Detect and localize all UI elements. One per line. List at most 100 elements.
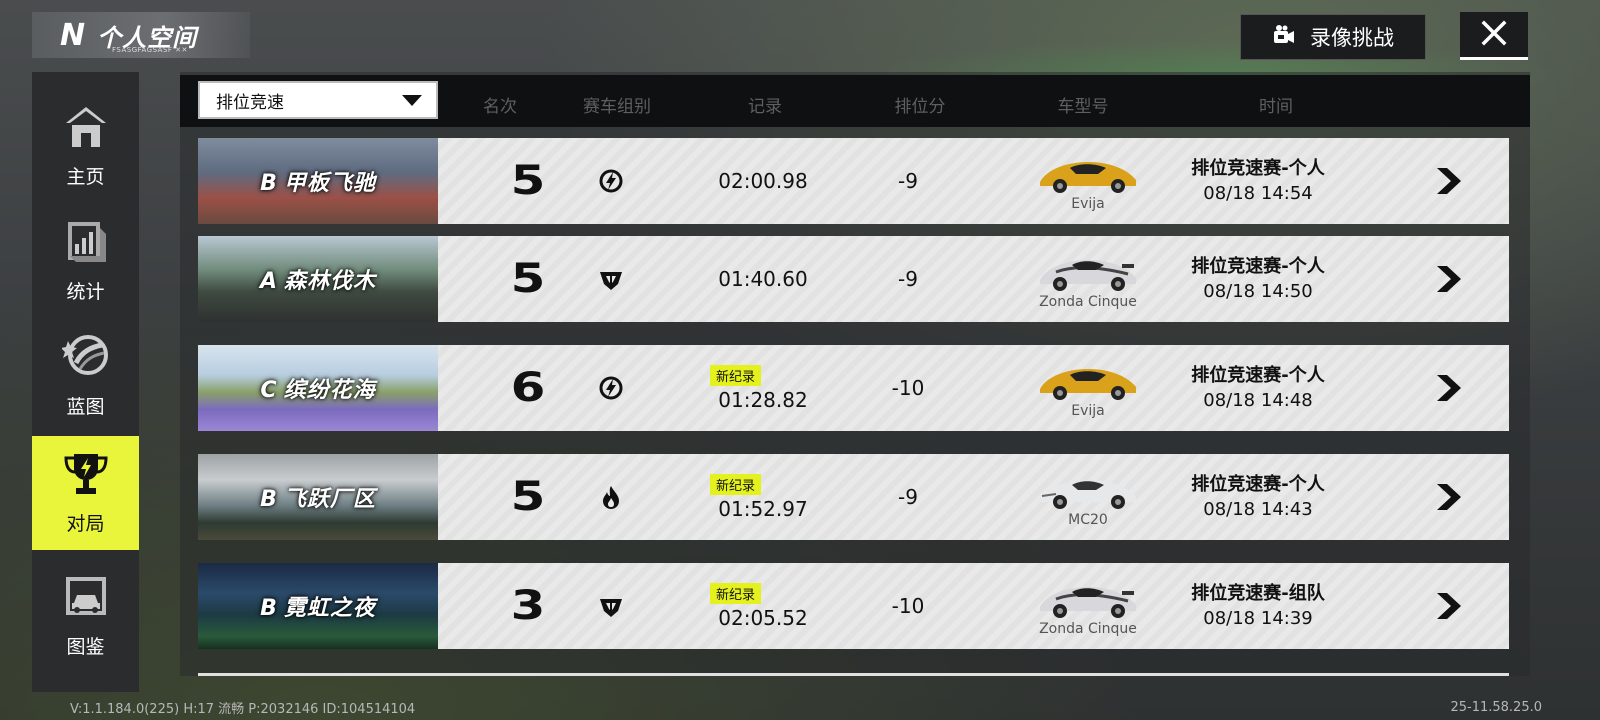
track-grade: B [260,171,278,196]
track-name: 甲板飞驰 [283,171,376,196]
sidebar-item-label: 图鉴 [66,636,105,658]
race-rank: 5 [510,474,546,520]
record-time-cell: 01:40.60 [698,236,828,322]
rank-score-change: -10 [891,376,925,400]
mode-filter-dropdown[interactable]: 排位竞速 [198,81,438,119]
sidebar-item-stats[interactable]: 统计 [32,207,139,315]
rank-score-change: -9 [898,485,918,509]
rank-score-change: -10 [891,594,925,618]
match-info: 排位竞速赛-个人 08/18 14:54 [1168,138,1348,224]
car-cell: Zonda Cinque [1013,236,1163,322]
match-info: 排位竞速赛-组队 08/18 14:39 [1168,563,1348,649]
chevron-right-icon[interactable] [1433,166,1463,196]
home-icon [62,103,110,156]
record-challenge-button[interactable]: 录像挑战 [1240,14,1426,60]
track-thumbnail: B 飞跃厂区 [198,454,438,540]
version-info: V:1.1.184.0(225) H:17 流畅 P:2032146 ID:10… [70,702,416,717]
record-time: 02:00.98 [718,169,808,193]
sidebar-item-label: 对局 [66,513,105,535]
chevron-right-icon[interactable] [1433,373,1463,403]
rank-score-change: -9 [898,267,918,291]
sidebar-item-collection[interactable]: 图鉴 [32,562,139,670]
close-button[interactable] [1460,12,1528,60]
chevron-down-icon [402,94,422,106]
record-challenge-label: 录像挑战 [1310,26,1394,50]
track-grade: A [259,269,278,294]
brand-subtitle: FSASGFAGSASF ✕✕ [112,46,188,54]
track-name: 缤纷花海 [283,378,376,403]
sidebar-item-home[interactable]: 主页 [32,92,139,200]
camera-icon [1272,23,1296,52]
app-brand: N 个人空间 FSASGFAGSASF ✕✕ [32,12,250,58]
car-model-name: Evija [1071,196,1105,212]
flame-icon [603,486,619,509]
new-record-badge: 新纪录 [710,582,762,604]
track-grade: B [260,596,278,621]
stats-icon [62,218,110,271]
chevron-right-icon[interactable] [1433,264,1463,294]
filter-selected-value: 排位竞速 [216,92,284,113]
table-row[interactable]: A 森林伐木 5 01:40.60 -9 Zonda Cinque 排位竞速赛-个… [198,236,1509,322]
table-row[interactable]: B 飞跃厂区 5 新纪录 01:52.97 -9 MC20 排位竞速赛-个人 08… [198,454,1509,540]
car-cell: Evija [1013,138,1163,224]
column-header-group: 赛车组别 [583,97,651,117]
column-header-record: 记录 [748,97,782,117]
car-model-name: Zonda Cinque [1039,294,1137,310]
match-mode: 排位竞速赛-个人 [1191,474,1325,495]
match-datetime: 08/18 14:39 [1203,608,1313,629]
build-info: 25-11.58.25.0 [1450,700,1542,715]
column-header-car-model: 车型号 [1057,97,1109,117]
blueprint-icon [60,333,110,386]
track-thumbnail: B 霓虹之夜 [198,563,438,649]
record-time: 01:52.97 [718,496,808,521]
sidebar-item-blueprint[interactable]: 蓝图 [32,322,139,430]
record-time: 01:40.60 [718,267,808,291]
car-image [1040,162,1136,193]
race-rank: 5 [510,158,546,204]
brand-logo: N [60,17,85,53]
garage-icon [62,573,110,626]
record-time-cell: 新纪录 02:05.52 [698,563,828,649]
record-time: 01:28.82 [718,387,808,412]
column-header-time: 时间 [1259,97,1293,117]
match-datetime: 08/18 14:43 [1203,499,1313,520]
match-mode: 排位竞速赛-个人 [1191,365,1325,386]
match-info: 排位竞速赛-个人 08/18 14:43 [1168,454,1348,540]
race-rank: 5 [510,256,546,302]
car-model-name: MC20 [1068,512,1108,528]
match-datetime: 08/18 14:50 [1203,281,1313,302]
sidebar-item-matches[interactable]: 对局 [32,436,139,550]
match-info: 排位竞速赛-个人 08/18 14:48 [1168,345,1348,431]
rank-score-change: -9 [898,169,918,193]
lightning-badge-icon [599,169,623,193]
car-image [1040,369,1136,400]
race-rank: 3 [510,583,546,629]
record-time: 02:05.52 [718,605,808,630]
car-model-name: Zonda Cinque [1039,621,1137,637]
car-image [1040,587,1136,618]
car-cell: MC20 [1013,454,1163,540]
match-mode: 排位竞速赛-个人 [1191,158,1325,179]
track-thumbnail: A 森林伐木 [198,236,438,322]
sidebar-item-label: 统计 [66,281,105,303]
table-row[interactable]: B 霓虹之夜 3 新纪录 02:05.52 -10 Zonda Cinque 排位… [198,563,1509,649]
track-grade: B [260,487,278,512]
match-info: 排位竞速赛-个人 08/18 14:50 [1168,236,1348,322]
chevron-right-icon[interactable] [1433,591,1463,621]
track-name: 霓虹之夜 [283,596,376,621]
track-grade: C [260,378,278,403]
match-mode: 排位竞速赛-组队 [1191,583,1325,604]
table-row[interactable]: B 甲板飞驰 5 02:00.98 -9 Evija 排位竞速赛-个人 08/18… [198,138,1509,224]
sidebar: 主页 统计 蓝图 对局 图鉴 [32,72,139,692]
column-header-rank: 名次 [483,97,517,117]
sidebar-item-label: 蓝图 [66,396,105,418]
track-name: 飞跃厂区 [283,487,376,512]
shield-wings-icon [600,599,622,617]
car-image [1040,260,1136,291]
chevron-right-icon[interactable] [1433,482,1463,512]
track-thumbnail: C 缤纷花海 [198,345,438,431]
table-row[interactable]: C 缤纷花海 6 新纪录 01:28.82 -10 Evija 排位竞速赛-个人 … [198,345,1509,431]
car-image [1040,480,1136,509]
table-row-partial [198,673,1509,676]
new-record-badge: 新纪录 [710,364,762,386]
